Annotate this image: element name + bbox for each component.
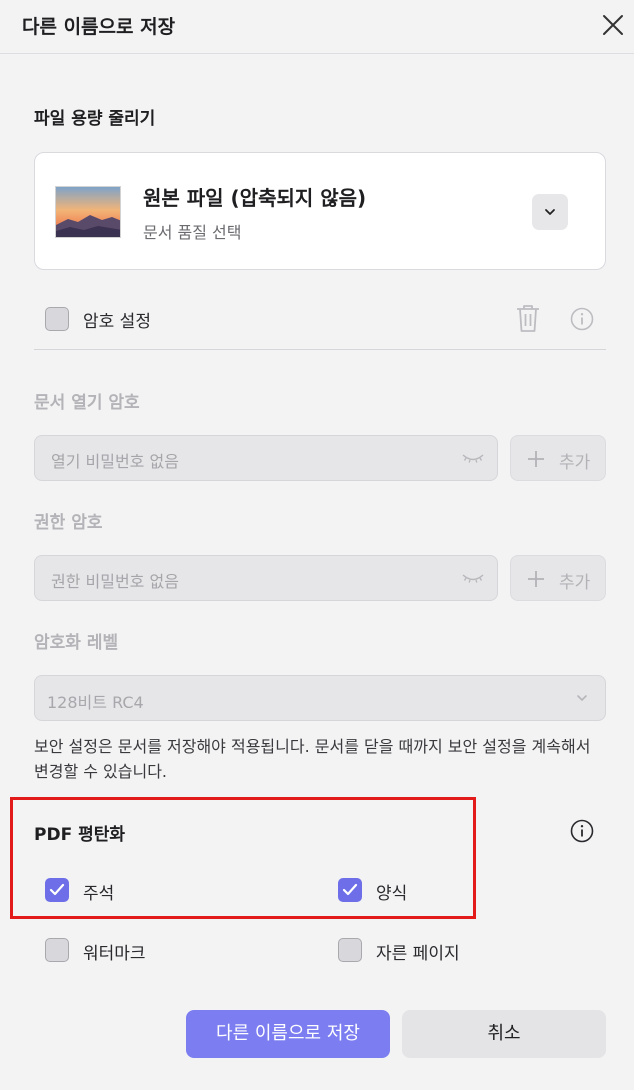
add-permission-password-label: 추가 xyxy=(559,573,591,593)
compression-option-card[interactable]: 원본 파일 (압축되지 않음) 문서 품질 선택 xyxy=(34,152,606,270)
info-icon[interactable] xyxy=(570,307,594,331)
add-open-password-button[interactable]: 추가 xyxy=(510,435,606,481)
open-password-title: 문서 열기 암호 xyxy=(34,393,140,413)
flatten-forms-checkbox[interactable] xyxy=(338,878,362,902)
divider xyxy=(34,349,606,350)
open-password-placeholder: 열기 비밀번호 없음 xyxy=(51,452,179,471)
security-note: 보안 설정은 문서를 저장해야 적용됩니다. 문서를 닫을 때까지 보안 설정을… xyxy=(34,737,591,781)
eye-closed-icon[interactable] xyxy=(461,452,485,466)
permission-password-title: 권한 암호 xyxy=(34,513,103,533)
password-checkbox[interactable] xyxy=(45,307,69,331)
checkmark-icon xyxy=(342,883,358,896)
password-checkbox-label: 암호 설정 xyxy=(83,312,151,332)
flatten-section-title: PDF 평탄화 xyxy=(34,825,126,845)
plus-icon xyxy=(528,571,544,587)
dialog-titlebar: 다른 이름으로 저장 xyxy=(0,0,634,54)
encryption-level-value: 128비트 RC4 xyxy=(47,693,144,712)
close-icon xyxy=(603,15,623,35)
chevron-down-icon xyxy=(577,695,587,702)
compression-option-subtitle: 문서 품질 선택 xyxy=(143,223,242,242)
permission-password-placeholder: 권한 비밀번호 없음 xyxy=(51,572,179,591)
add-open-password-label: 추가 xyxy=(559,453,591,473)
add-permission-password-button[interactable]: 추가 xyxy=(510,555,606,601)
encryption-level-select[interactable]: 128비트 RC4 xyxy=(34,675,606,721)
chevron-down-icon xyxy=(545,209,555,215)
flatten-annotations-checkbox[interactable] xyxy=(45,878,69,902)
permission-password-field[interactable]: 권한 비밀번호 없음 xyxy=(34,555,498,601)
flatten-forms-label: 양식 xyxy=(376,884,408,904)
landscape-thumbnail xyxy=(55,186,121,238)
encryption-level-title: 암호화 레벨 xyxy=(34,633,119,653)
compression-option-title: 원본 파일 (압축되지 않음) xyxy=(143,186,367,210)
checkmark-icon xyxy=(49,883,65,896)
flatten-cropped-pages-checkbox[interactable] xyxy=(338,938,362,962)
eye-closed-icon[interactable] xyxy=(461,572,485,586)
flatten-watermark-checkbox[interactable] xyxy=(45,938,69,962)
flatten-cropped-pages-label: 자른 페이지 xyxy=(376,944,460,964)
close-button[interactable] xyxy=(600,12,626,38)
info-icon[interactable] xyxy=(570,819,594,843)
cancel-button[interactable]: 취소 xyxy=(402,1010,606,1058)
save-as-button[interactable]: 다른 이름으로 저장 xyxy=(186,1010,390,1058)
trash-icon[interactable] xyxy=(514,302,542,334)
flatten-watermark-label: 워터마크 xyxy=(83,944,146,964)
open-password-field[interactable]: 열기 비밀번호 없음 xyxy=(34,435,498,481)
dialog-title: 다른 이름으로 저장 xyxy=(22,16,176,38)
flatten-annotations-label: 주석 xyxy=(83,884,115,904)
compress-section-title: 파일 용량 줄리기 xyxy=(34,109,156,129)
quality-dropdown-button[interactable] xyxy=(532,194,568,230)
plus-icon xyxy=(528,451,544,467)
